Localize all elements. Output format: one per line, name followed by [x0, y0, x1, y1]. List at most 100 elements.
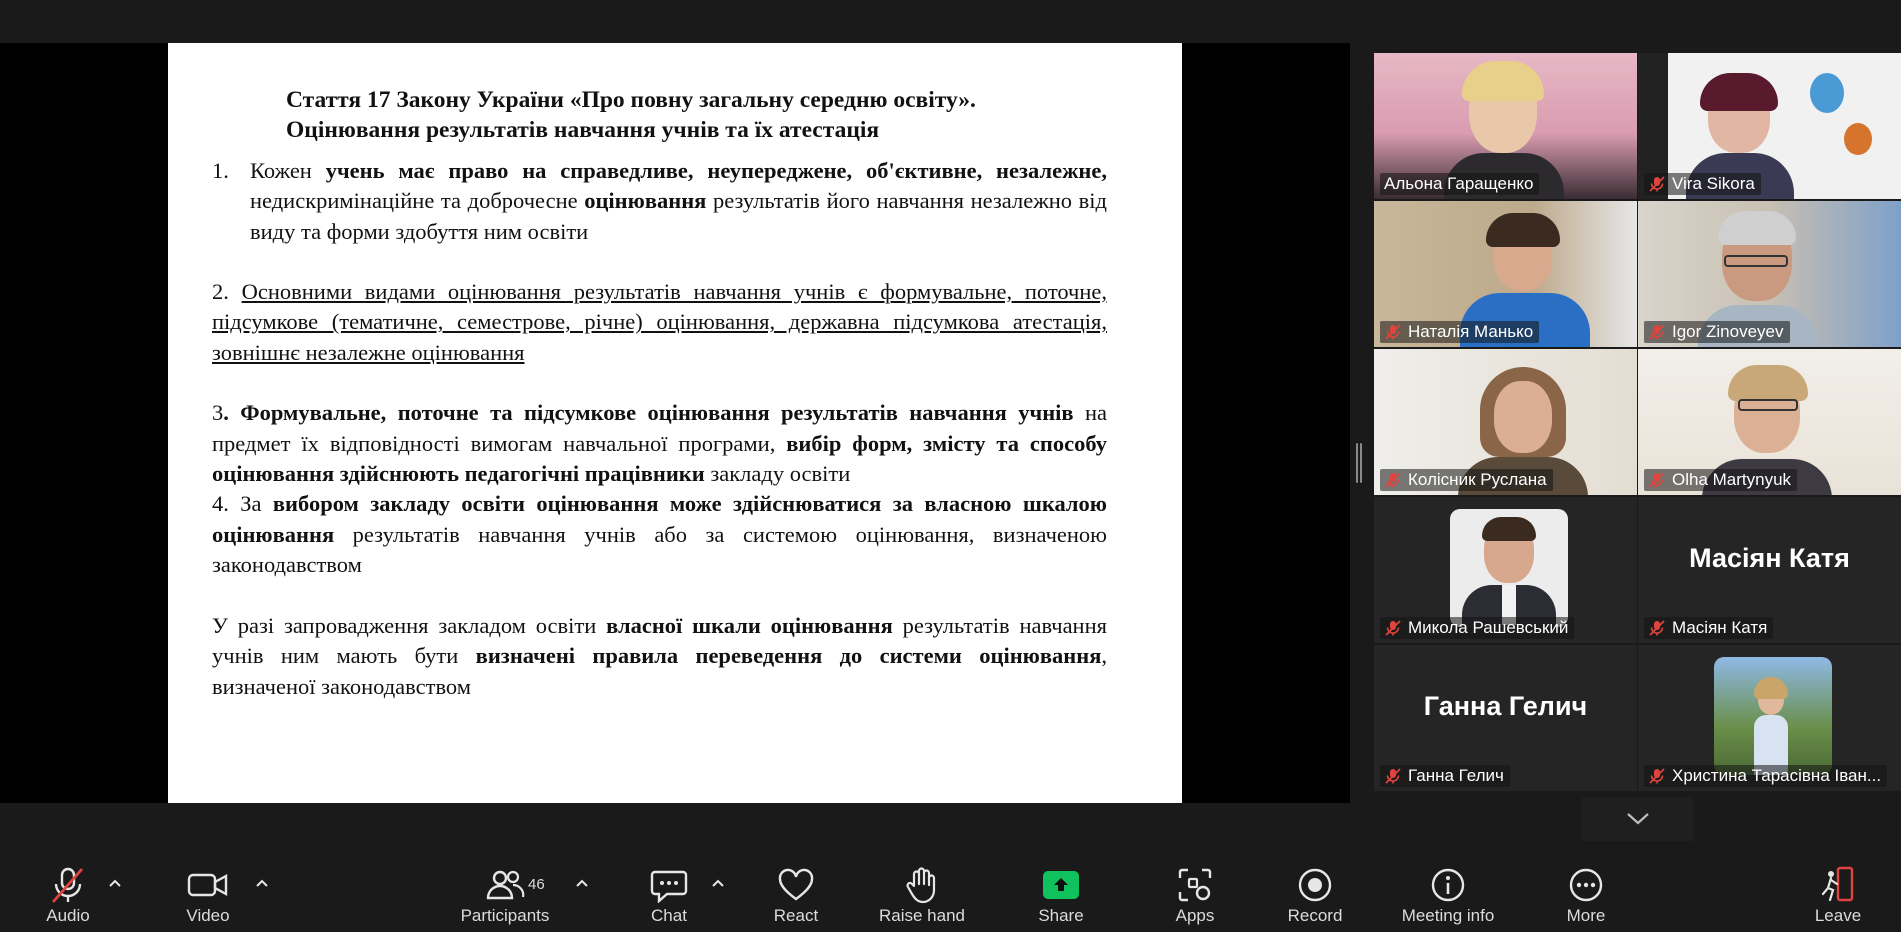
react-button[interactable]: React	[756, 852, 836, 932]
share-screen-icon	[1043, 866, 1079, 904]
mic-muted-icon	[48, 866, 88, 904]
participant-name-label: Микола Рашевський	[1380, 617, 1575, 639]
chat-button[interactable]: Chat	[629, 852, 709, 932]
more-dots-icon	[1568, 866, 1604, 904]
participant-gallery: Альона Гаращенко Vira Sikora Наталія Ман…	[1373, 52, 1901, 796]
bold-run: визначені правила переведення до системи…	[475, 643, 1102, 669]
text-run: результатів навчання учнів або за систем…	[212, 521, 1107, 578]
shared-screen-area: Стаття 17 Закону України «Про повну зага…	[0, 43, 1350, 803]
participant-name-label: Ганна Гелич	[1380, 765, 1510, 787]
participant-name-label: Колісник Руслана	[1380, 469, 1553, 491]
mic-muted-icon	[1384, 619, 1402, 637]
participant-tile[interactable]: Olha Martynyuk	[1638, 349, 1901, 495]
participant-name: Христина Тарасівна Іван...	[1672, 766, 1882, 785]
record-icon	[1297, 866, 1333, 904]
gallery-scroll-down-button[interactable]	[1582, 797, 1694, 841]
participant-big-name: Ганна Гелич	[1423, 691, 1588, 721]
meeting-info-button[interactable]: Meeting info	[1389, 852, 1507, 932]
participant-name-label: Альона Гаращенко	[1380, 173, 1540, 195]
react-label: React	[773, 906, 819, 925]
mic-muted-icon	[1648, 767, 1666, 785]
participant-tile[interactable]: Альона Гаращенко	[1374, 53, 1637, 199]
participant-tile[interactable]: Микола Рашевський	[1374, 497, 1637, 643]
participant-tile[interactable]: Igor Zinoveyev	[1638, 201, 1901, 347]
window-top-bar	[0, 0, 1901, 43]
chat-icon	[650, 866, 688, 904]
bold-run: учень має право на справедливе, неуперед…	[325, 157, 1107, 183]
meeting-toolbar: Audio Video Participants 46 Chat React R…	[0, 852, 1901, 932]
paragraph-1-number: 1.	[212, 157, 229, 183]
text-run: Кожен	[250, 157, 326, 183]
slide-title-line2: Оцінювання результатів навчання учнів та…	[286, 117, 880, 144]
text-run: недискримінаційне та доброчесне	[250, 188, 585, 214]
leave-label: Leave	[1814, 906, 1862, 925]
participant-name-label: Olha Martynyuk	[1644, 469, 1798, 491]
audio-label: Audio	[46, 906, 90, 925]
raise-hand-label: Raise hand	[878, 906, 965, 925]
audio-button[interactable]: Audio	[28, 852, 108, 932]
participant-tile[interactable]: Масіян Катя Масіян Катя	[1638, 497, 1901, 643]
apps-icon	[1177, 866, 1213, 904]
more-label: More	[1566, 906, 1606, 925]
record-button[interactable]: Record	[1275, 852, 1355, 932]
paragraph-3-number: 3	[212, 400, 224, 426]
participant-name: Масіян Катя	[1672, 618, 1768, 637]
slide-title: Стаття 17 Закону України «Про повну зага…	[212, 85, 1107, 146]
participant-name: Наталія Манько	[1408, 322, 1534, 341]
participant-avatar	[1714, 657, 1832, 775]
leave-button[interactable]: Leave	[1798, 852, 1878, 932]
bold-run: . Формувальне, поточне та підсумкове оці…	[223, 400, 1074, 426]
participants-options-chevron-icon[interactable]	[575, 876, 589, 890]
more-button[interactable]: More	[1546, 852, 1626, 932]
chevron-down-icon	[1627, 813, 1649, 825]
raise-hand-button[interactable]: Raise hand	[872, 852, 972, 932]
mic-muted-icon	[1648, 175, 1666, 193]
bold-run: власної шкали оцінювання	[606, 612, 893, 638]
participant-tile[interactable]: Наталія Манько	[1374, 201, 1637, 347]
participant-name-label: Наталія Манько	[1380, 321, 1540, 343]
text-run: У разі запровадження закладом освіти	[212, 612, 607, 638]
participants-label: Participants	[460, 906, 550, 925]
share-button[interactable]: Share	[1021, 852, 1101, 932]
participants-count: 46	[528, 876, 545, 893]
paragraph-2-number: 2.	[212, 279, 242, 305]
slide-paragraph-4: 4. За вибором закладу освіти оцінювання …	[212, 489, 1107, 580]
mic-muted-icon	[1648, 619, 1666, 637]
participant-name: Альона Гаращенко	[1384, 174, 1534, 193]
leave-door-icon	[1818, 866, 1858, 904]
participant-name: Колісник Руслана	[1408, 470, 1547, 489]
mic-muted-icon	[1648, 471, 1666, 489]
participant-name: Ганна Гелич	[1408, 766, 1504, 785]
slide-paragraph-3: 3. Формувальне, поточне та підсумкове оц…	[212, 398, 1107, 489]
split-resize-handle[interactable]	[1356, 443, 1362, 483]
video-camera-icon	[186, 866, 230, 904]
video-options-chevron-icon[interactable]	[255, 876, 269, 890]
audio-options-chevron-icon[interactable]	[108, 876, 122, 890]
participant-avatar	[1450, 509, 1568, 627]
participant-tile[interactable]: Ганна Гелич Ганна Гелич	[1374, 645, 1637, 791]
participant-name: Vira Sikora	[1672, 174, 1755, 193]
participant-tile[interactable]: Vira Sikora	[1638, 53, 1901, 199]
slide-title-line1: Стаття 17 Закону України «Про повну зага…	[286, 87, 976, 113]
video-button[interactable]: Video	[168, 852, 248, 932]
mic-muted-icon	[1384, 471, 1402, 489]
underlined-run: Основними видами оцінювання результатів …	[212, 279, 1108, 365]
participant-name-label: Vira Sikora	[1644, 173, 1761, 195]
shared-slide: Стаття 17 Закону України «Про повну зага…	[168, 43, 1182, 803]
heart-icon	[777, 866, 815, 904]
meeting-info-label: Meeting info	[1401, 906, 1495, 925]
participant-name: Olha Martynyuk	[1672, 470, 1792, 489]
text-run: закладу освіти	[704, 461, 851, 487]
participant-tile[interactable]: Христина Тарасівна Іван...	[1638, 645, 1901, 791]
slide-paragraph-2: 2. Основними видами оцінювання результат…	[212, 277, 1107, 368]
record-label: Record	[1287, 906, 1343, 925]
chat-label: Chat	[651, 906, 687, 925]
info-icon	[1430, 866, 1466, 904]
apps-button[interactable]: Apps	[1155, 852, 1235, 932]
participant-big-name: Масіян Катя	[1689, 543, 1850, 573]
participant-tile[interactable]: Колісник Руслана	[1374, 349, 1637, 495]
participants-icon	[485, 866, 525, 904]
chat-options-chevron-icon[interactable]	[711, 876, 725, 890]
slide-paragraph-5: У разі запровадження закладом освіти вла…	[212, 611, 1107, 702]
participant-name-label: Масіян Катя	[1644, 617, 1774, 639]
